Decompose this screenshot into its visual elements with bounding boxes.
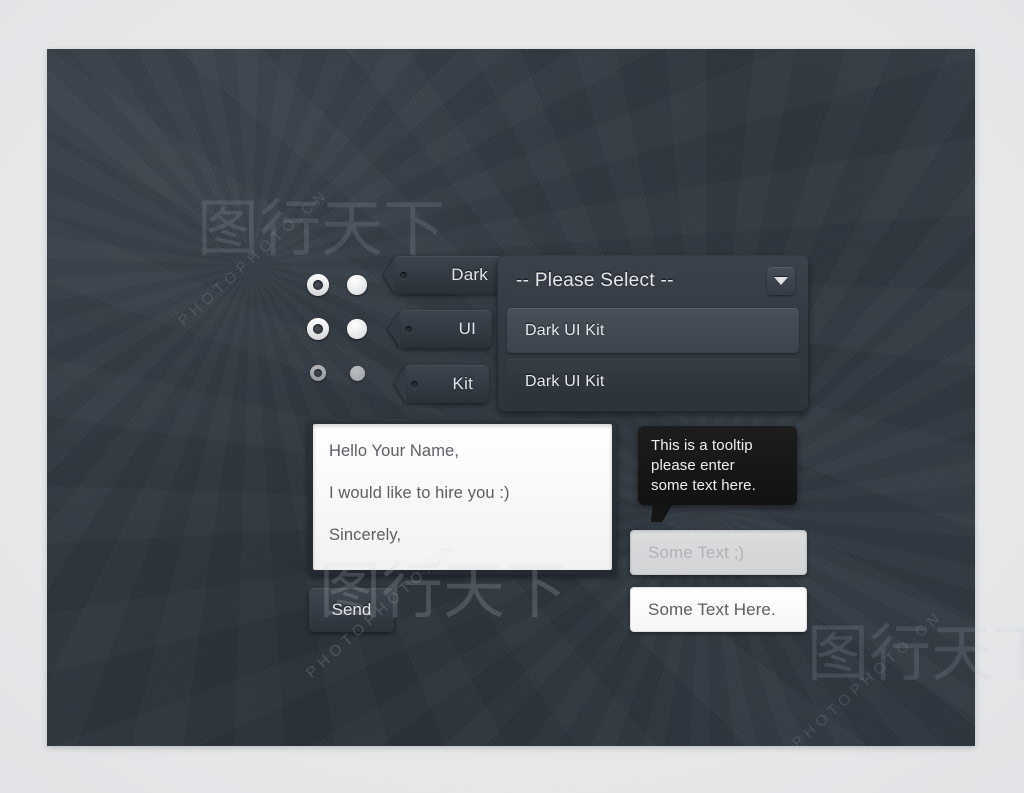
tag-point-icon: [394, 365, 406, 403]
filled-input-text: Some Text Here.: [648, 599, 776, 619]
message-textarea[interactable]: Hello Your Name, I would like to hire yo…: [313, 424, 612, 570]
select-option-label: Dark UI Kit: [525, 321, 605, 339]
checkbox-filled[interactable]: [347, 319, 367, 339]
tag-point-icon: [383, 256, 395, 294]
checkbox-disabled: [350, 366, 365, 381]
tag-label: Dark: [451, 265, 488, 284]
tag-button-dark[interactable]: Dark: [383, 256, 504, 294]
tooltip-text: This is a tooltip please enter some text…: [651, 437, 756, 494]
select-header[interactable]: -- Please Select --: [497, 255, 809, 307]
select-option-label: Dark UI Kit: [525, 373, 605, 390]
watermark-glyph: 图行天下: [197, 195, 446, 264]
radio-button-selected[interactable]: [307, 318, 329, 340]
tag-button-ui[interactable]: UI: [388, 310, 492, 348]
tooltip-tail-icon: [651, 504, 673, 522]
tag-label: Kit: [452, 374, 473, 393]
watermark-text: PHOTOPHOTO.CN: [789, 607, 947, 752]
tag-hole-icon: [400, 271, 407, 279]
tag-hole-icon: [405, 325, 412, 333]
tag-hole-icon: [411, 380, 418, 388]
dark-ui-kit-panel: 图行天下 PHOTOPHOTO.CN 图行天下 PHOTOPHOTO.CN Da…: [47, 49, 1024, 752]
watermark-text: PHOTOPHOTO.CN: [175, 185, 333, 330]
textarea-line: Sincerely,: [329, 526, 402, 544]
tag-button-kit[interactable]: Kit: [394, 365, 489, 403]
checkbox-filled[interactable]: [347, 275, 367, 295]
send-button[interactable]: Send: [309, 588, 394, 632]
tag-label: UI: [458, 319, 476, 338]
radio-button-selected[interactable]: [307, 274, 329, 296]
radio-button-disabled: [310, 365, 326, 381]
chevron-down-icon[interactable]: [767, 267, 795, 295]
textarea-line: Hello Your Name,: [329, 442, 460, 460]
placeholder-input-text: Some Text ;): [648, 542, 745, 562]
message-textarea-frame: Hello Your Name, I would like to hire yo…: [308, 419, 617, 575]
select-dropdown[interactable]: -- Please Select -- Dark UI Kit Dark UI …: [497, 255, 809, 412]
tooltip: This is a tooltip please enter some text…: [638, 426, 797, 522]
send-button-label: Send: [331, 600, 372, 619]
select-selected-label: -- Please Select --: [516, 270, 674, 291]
filled-input[interactable]: Some Text Here.: [630, 587, 807, 632]
textarea-line: I would like to hire you :): [329, 484, 510, 502]
select-option-highlighted[interactable]: Dark UI Kit: [507, 308, 799, 353]
placeholder-input[interactable]: Some Text ;): [630, 530, 807, 575]
caret-shape: [774, 277, 788, 285]
tag-point-icon: [388, 310, 400, 348]
select-option[interactable]: Dark UI Kit: [507, 359, 799, 404]
